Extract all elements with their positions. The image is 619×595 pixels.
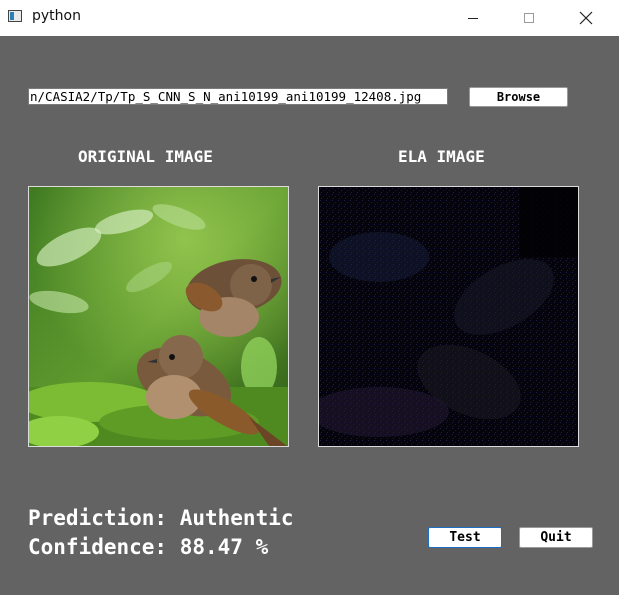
test-button[interactable]: Test (428, 527, 502, 548)
maximize-button[interactable] (506, 0, 552, 36)
bird-photo-image (29, 187, 288, 446)
original-image (28, 186, 289, 447)
maximize-icon (524, 13, 534, 23)
app-window: python n/CASIA2/Tp/Tp_S_CNN_S_N_ani10199… (0, 0, 619, 595)
quit-button[interactable]: Quit (519, 527, 593, 548)
python-app-icon (8, 10, 22, 22)
title-bar: python (0, 0, 619, 36)
ela-image-heading: ELA IMAGE (398, 147, 485, 166)
close-icon (579, 11, 593, 25)
original-image-heading: ORIGINAL IMAGE (78, 147, 213, 166)
prediction-text: Prediction: Authentic (28, 506, 294, 530)
minimize-icon (468, 17, 478, 19)
ela-image (318, 186, 579, 447)
browse-button[interactable]: Browse (469, 87, 568, 107)
ela-noise-image (319, 187, 578, 446)
confidence-text: Confidence: 88.47 % (28, 535, 269, 559)
minimize-button[interactable] (450, 0, 496, 36)
window-title: python (32, 8, 81, 24)
close-button[interactable] (563, 0, 609, 36)
file-path-field[interactable]: n/CASIA2/Tp/Tp_S_CNN_S_N_ani10199_ani101… (28, 88, 448, 105)
